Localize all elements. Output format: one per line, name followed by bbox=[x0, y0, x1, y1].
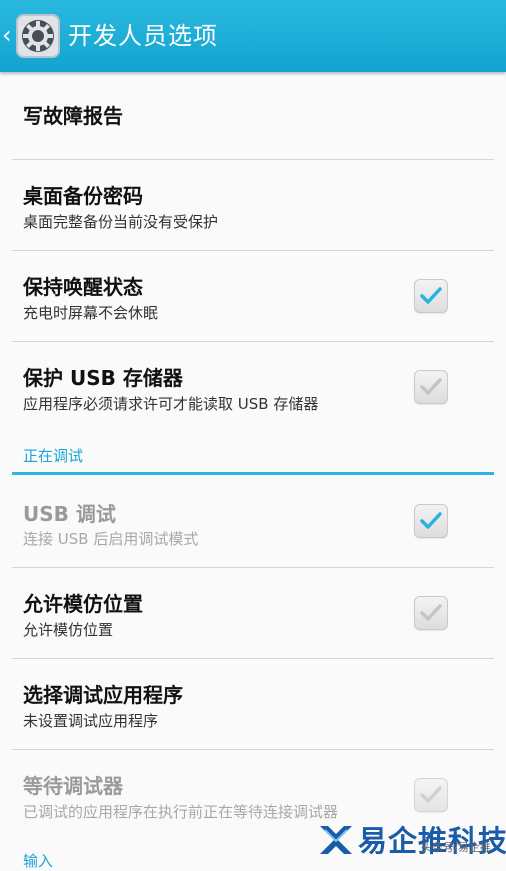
item-subtitle: 连接 USB 后启用调试模式 bbox=[23, 530, 199, 548]
checkmark-icon bbox=[420, 786, 442, 803]
item-title: 桌面备份密码 bbox=[23, 184, 143, 208]
item-subtitle: 未设置调试应用程序 bbox=[23, 712, 159, 730]
list-item-usb-debugging[interactable]: USB 调试 连接 USB 后启用调试模式 bbox=[12, 476, 494, 566]
section-header-input: 输入 bbox=[23, 852, 54, 870]
settings-gear-icon[interactable] bbox=[16, 14, 60, 58]
item-title: 保持唤醒状态 bbox=[23, 275, 143, 299]
item-title: USB 调试 bbox=[23, 502, 116, 526]
action-bar: ‹ 开发人员选项 bbox=[0, 0, 506, 72]
item-subtitle: 充电时屏幕不会休眠 bbox=[23, 304, 159, 322]
usb-debugging-checkbox[interactable] bbox=[414, 504, 448, 538]
watermark: 易企推科技 头条号/易企推 bbox=[316, 818, 506, 866]
item-subtitle: 允许模仿位置 bbox=[23, 621, 114, 639]
watermark-logo-icon bbox=[320, 826, 352, 854]
mock-location-checkbox[interactable] bbox=[414, 596, 448, 630]
wait-debugger-checkbox[interactable] bbox=[414, 778, 448, 812]
list-item-backup-password[interactable]: 桌面备份密码 桌面完整备份当前没有受保护 bbox=[12, 160, 494, 250]
list-item-mock-location[interactable]: 允许模仿位置 允许模仿位置 bbox=[12, 568, 494, 658]
list-item-protect-usb[interactable]: 保护 USB 存储器 应用程序必须请求许可才能读取 USB 存储器 bbox=[12, 342, 494, 432]
item-subtitle: 已调试的应用程序在执行前正在等待连接调试器 bbox=[23, 803, 339, 821]
item-title: 等待调试器 bbox=[23, 774, 123, 798]
stay-awake-checkbox[interactable] bbox=[414, 279, 448, 313]
item-subtitle: 应用程序必须请求许可才能读取 USB 存储器 bbox=[23, 395, 319, 413]
section-header-debugging: 正在调试 bbox=[23, 447, 84, 465]
item-title: 写故障报告 bbox=[23, 104, 123, 128]
checkmark-icon bbox=[420, 512, 442, 529]
item-title: 允许模仿位置 bbox=[23, 592, 143, 616]
protect-usb-checkbox[interactable] bbox=[414, 370, 448, 404]
chevron-left-icon[interactable]: ‹ bbox=[2, 22, 16, 48]
checkmark-icon bbox=[420, 378, 442, 395]
section-divider bbox=[12, 472, 494, 475]
item-title: 选择调试应用程序 bbox=[23, 683, 183, 707]
page-title: 开发人员选项 bbox=[68, 22, 218, 50]
checkmark-icon bbox=[420, 287, 442, 304]
item-title: 保护 USB 存储器 bbox=[23, 366, 183, 390]
watermark-small-text: 头条号/易企推 bbox=[421, 841, 491, 854]
list-item-stay-awake[interactable]: 保持唤醒状态 充电时屏幕不会休眠 bbox=[12, 251, 494, 341]
checkmark-icon bbox=[420, 604, 442, 621]
list-item-debug-app[interactable]: 选择调试应用程序 未设置调试应用程序 bbox=[12, 659, 494, 749]
list-item-bug-report[interactable]: 写故障报告 bbox=[12, 72, 494, 160]
item-subtitle: 桌面完整备份当前没有受保护 bbox=[23, 213, 219, 231]
